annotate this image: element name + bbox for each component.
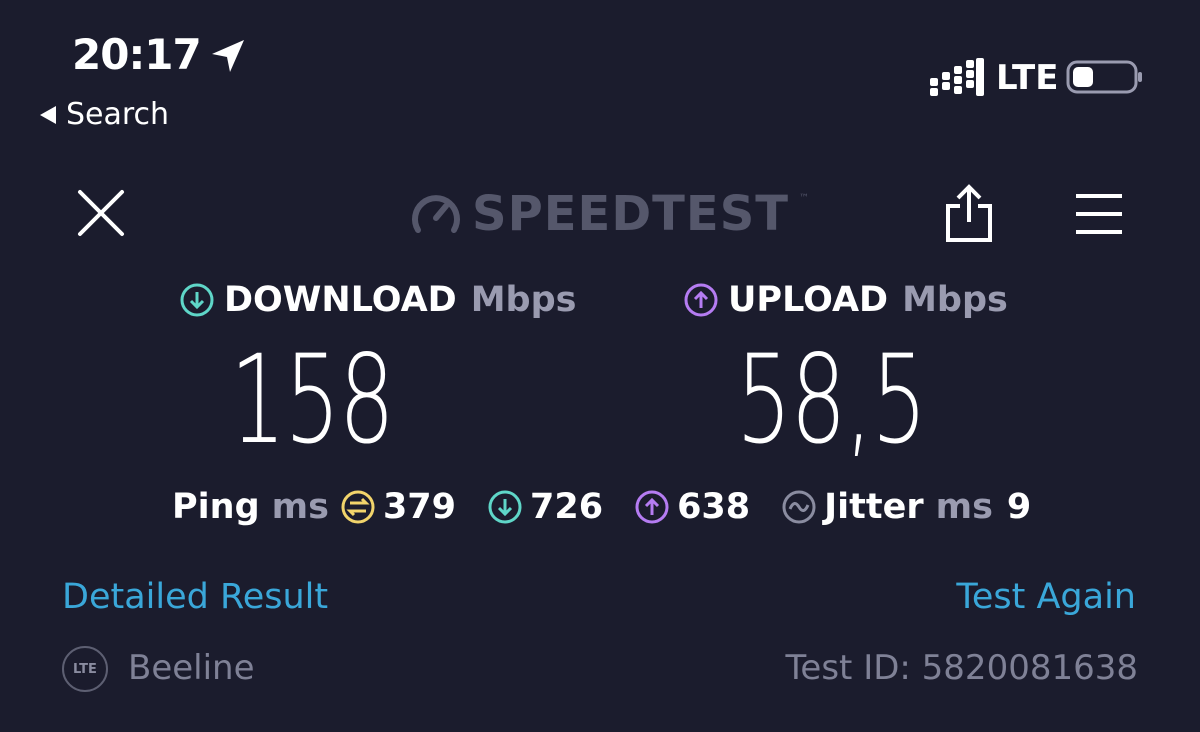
upload-ping: 638 [635, 483, 750, 531]
ping-unit: ms [271, 487, 329, 527]
speedtest-gauge-icon [412, 195, 460, 233]
upload-arrow-icon [635, 490, 669, 524]
status-time: 20:17 [72, 30, 202, 79]
battery-icon [1066, 60, 1142, 94]
ping-label: Ping [172, 487, 260, 527]
download-arrow-icon [180, 283, 214, 317]
signal-icon [930, 58, 984, 96]
upload-value: 58,5 [736, 329, 927, 471]
location-arrow-icon [212, 40, 244, 72]
idle-ping-icon [341, 490, 375, 524]
back-triangle-icon [40, 106, 56, 124]
upload-unit: Mbps [902, 280, 1008, 320]
speedtest-logo: SPEEDTEST ™ [410, 186, 809, 242]
share-icon[interactable] [940, 184, 998, 244]
close-icon[interactable] [76, 188, 126, 238]
connection-type-badge: LTE [62, 646, 108, 692]
test-again-link[interactable]: Test Again [956, 576, 1136, 618]
download-arrow-icon [488, 490, 522, 524]
idle-ping-value: 379 [382, 487, 456, 527]
jitter: Jitter ms 9 [782, 483, 1031, 531]
network-type: LTE [996, 58, 1059, 98]
jitter-value: 9 [1006, 487, 1032, 527]
upload-arrow-icon [684, 283, 718, 317]
upload-header: UPLOAD Mbps [684, 276, 1008, 324]
test-id: Test ID: 5820081638 [785, 648, 1138, 688]
logo-trademark: ™ [799, 192, 810, 204]
download-unit: Mbps [470, 280, 577, 320]
download-ping-value: 726 [530, 487, 604, 527]
back-to-search[interactable]: Search [40, 96, 169, 134]
back-label: Search [66, 97, 170, 132]
provider-name: Beeline [128, 648, 255, 688]
download-value: 158 [230, 329, 395, 471]
download-ping: 726 [488, 483, 603, 531]
jitter-unit: ms [935, 487, 993, 527]
detailed-result-link[interactable]: Detailed Result [62, 576, 328, 618]
jitter-icon [782, 490, 816, 524]
idle-ping: 379 [341, 483, 456, 531]
logo-text: SPEEDTEST [472, 186, 790, 242]
download-label: DOWNLOAD [224, 280, 457, 320]
ping-row: Ping ms 379 726 638 Jitter ms 9 [172, 482, 1031, 532]
upload-label: UPLOAD [728, 280, 889, 320]
download-header: DOWNLOAD Mbps [180, 276, 577, 324]
menu-icon[interactable] [1074, 192, 1124, 236]
upload-ping-value: 638 [677, 487, 751, 527]
jitter-label: Jitter [824, 487, 924, 527]
